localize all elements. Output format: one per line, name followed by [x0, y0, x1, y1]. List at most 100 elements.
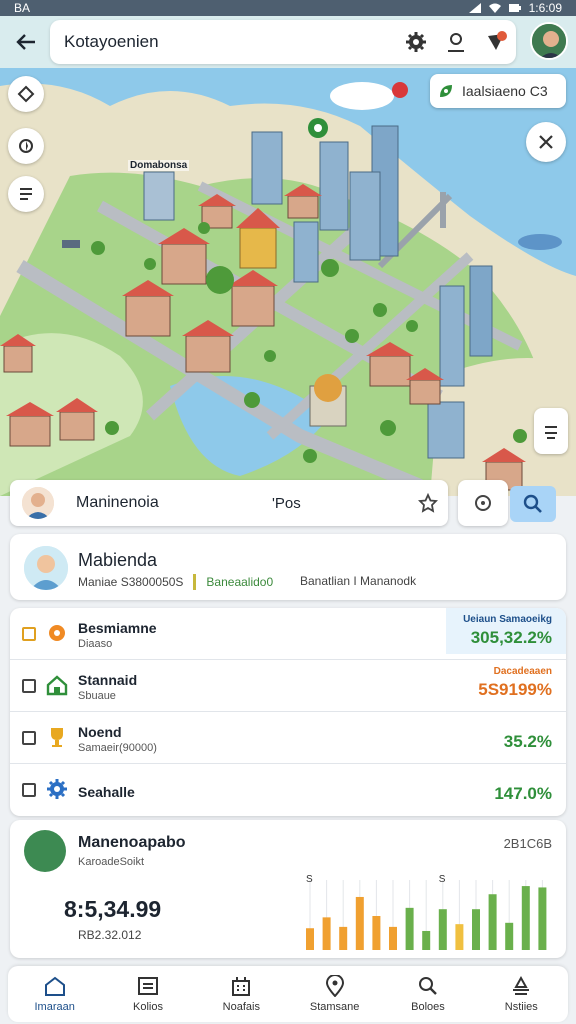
chart-bar [455, 924, 464, 950]
search-icon [523, 494, 542, 513]
avatar-portrait [532, 24, 566, 58]
stats-card[interactable]: Manenoapabo KaroadeSoikt 2B1C6B 8:5,34.9… [10, 820, 566, 958]
results-list: Besmiamne Diaaso Ueiaun Samaoeikg 305,32… [10, 608, 566, 816]
nav-label: Imaraan [34, 1001, 75, 1013]
row-value: 5S9199% [478, 680, 552, 699]
pin-icon [325, 975, 344, 997]
chart-bar [488, 894, 497, 950]
stats-subtitle: KaroadeSoikt [78, 856, 145, 868]
side-panel-toggle[interactable] [534, 408, 568, 454]
nav-item-places[interactable]: Noafais [195, 966, 288, 1022]
search-value: Kotayoenien [64, 32, 159, 51]
row-value: 305,32.2% [470, 628, 552, 647]
row-title: Noend [78, 724, 122, 740]
favorite-button[interactable] [408, 483, 448, 523]
chart-bar [405, 907, 414, 950]
search-input[interactable]: Kotayoenien [50, 20, 516, 64]
chart-bar [538, 887, 547, 950]
row-subtitle: Sbuaue [78, 690, 116, 702]
row-title: Seahalle [78, 784, 135, 800]
top-bar: Kotayoenien [0, 16, 576, 68]
chart-bar [438, 909, 447, 950]
chart-bar [472, 909, 480, 950]
share-icon [475, 495, 491, 511]
status-time: 1:6:09 [528, 1, 562, 15]
chart-bar [521, 886, 530, 950]
row-title: Besmiamne [78, 620, 157, 636]
profile-meta: Maniae S3800050S Baneaalido0 [78, 574, 273, 590]
star-icon [418, 493, 438, 513]
notifications-button[interactable] [476, 22, 516, 62]
avatar-portrait [22, 487, 54, 519]
nav-item-notes[interactable]: Nstiies [475, 966, 568, 1022]
stats-right-value: 2B1C6B [503, 836, 552, 851]
list-icon [137, 977, 158, 995]
home-icon [44, 976, 65, 996]
list-item[interactable]: Seahalle 147.0% [10, 764, 566, 816]
search-icon [418, 977, 437, 995]
stats-big-value: 8:5,34.99 [64, 896, 162, 922]
close-button[interactable] [526, 122, 566, 162]
map-mode-icon [20, 188, 32, 200]
profile-card[interactable]: Mabienda Maniae S3800050S Baneaalido0 Ba… [10, 534, 566, 600]
profile-button[interactable] [436, 22, 476, 62]
nav-item-search[interactable]: Boloes [381, 966, 474, 1022]
profile-meta-1: Maniae S3800050S [78, 575, 184, 589]
settings-button[interactable] [396, 22, 436, 62]
row-title: Stannaid [78, 672, 138, 688]
chart-bar [306, 928, 314, 950]
row-subtitle: Diaaso [78, 638, 113, 650]
location-pos: 'Pos [272, 494, 301, 512]
map-mode-button[interactable] [8, 176, 44, 212]
row-value-label: Ueiaun Samaoeikg [463, 614, 552, 625]
layers-icon [17, 85, 35, 103]
gear-icon [406, 32, 426, 52]
location-input[interactable]: Maninenoia 'Pos [10, 480, 448, 526]
nav-label: Stamsane [309, 1001, 360, 1013]
location-avatar [22, 487, 54, 519]
compass-icon [19, 139, 33, 153]
profile-name: Mabienda [78, 550, 158, 570]
row-value-label: Dacadeaaen [493, 666, 552, 677]
list-item[interactable]: Stannaid Sbuaue Dacadeaaen 5S9199% [10, 660, 566, 712]
info-chip-text: Iaalsiaeno C3 [462, 83, 548, 99]
nav-item-home[interactable]: Imaraan [8, 966, 101, 1022]
chart-bar [355, 896, 364, 950]
chart-bar [322, 917, 331, 950]
chart-annotation: S [306, 874, 313, 885]
share-button[interactable] [458, 480, 508, 526]
row-subtitle: Samaeir(90000) [78, 742, 157, 754]
row-play-icon [22, 679, 36, 693]
profile-avatar [24, 546, 68, 590]
person-icon [448, 33, 464, 52]
status-bar: BA 1:6:09 [0, 0, 576, 16]
wifi-icon [488, 3, 501, 13]
list-item[interactable]: Noend Samaeir(90000) 35.2% [10, 712, 566, 764]
tray-icon [513, 975, 530, 995]
search-button[interactable] [510, 486, 556, 522]
battery-icon [508, 4, 521, 12]
location-name: Maninenoia [76, 494, 159, 511]
chart-bar [505, 922, 514, 950]
bottom-nav: Imaraan Kolios Noafais Stamsane Boloes N… [8, 966, 568, 1022]
arrow-left-icon [16, 34, 35, 50]
back-button[interactable] [4, 20, 48, 64]
nav-label: Kolios [133, 1001, 163, 1013]
building-icon [232, 977, 251, 996]
profile-meta-2: Baneaalido0 [206, 575, 274, 589]
row-value: 147.0% [494, 784, 552, 803]
map-place-label: Domabonsa [128, 160, 190, 171]
nav-item-location[interactable]: Stamsane [288, 966, 381, 1022]
list-item[interactable]: Besmiamne Diaaso Ueiaun Samaoeikg 305,32… [10, 608, 566, 660]
trophy-icon [51, 728, 63, 747]
nav-label: Noafais [222, 1001, 260, 1013]
map-info-chip[interactable]: Iaalsiaeno C3 [430, 74, 566, 108]
compass-button[interactable] [8, 128, 44, 164]
row-play-icon [22, 731, 36, 745]
layers-button[interactable] [8, 76, 44, 112]
chart-bar [389, 926, 397, 950]
chart-bar [422, 930, 431, 950]
user-avatar[interactable] [530, 22, 568, 60]
avatar-portrait [24, 546, 68, 590]
nav-item-list[interactable]: Kolios [101, 966, 194, 1022]
